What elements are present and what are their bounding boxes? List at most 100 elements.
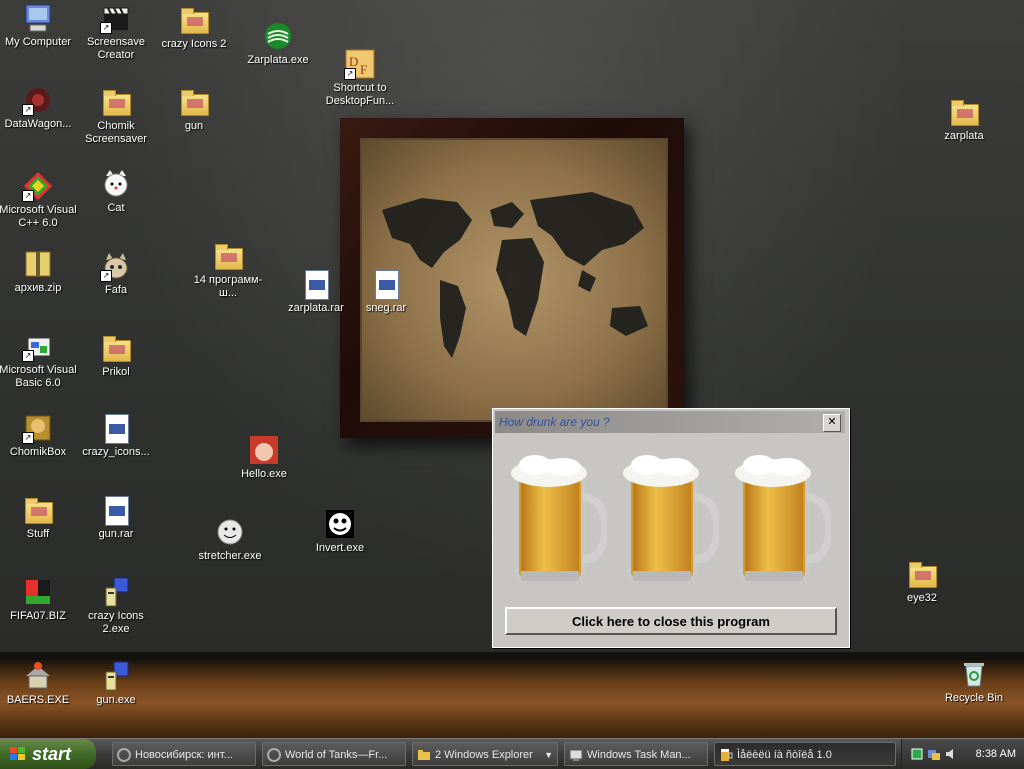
taskbar-item-label: World of Tanks—Fr...	[285, 749, 388, 761]
shortcut-arrow-icon: ↗	[22, 104, 34, 116]
start-button[interactable]: start	[0, 739, 96, 769]
fifa-icon	[22, 576, 54, 608]
desktop-icon-prikol[interactable]: Prikol	[74, 332, 158, 379]
taskbar-item-label: Windows Task Man...	[587, 749, 691, 761]
desktop-icon-gun-folder[interactable]: gun	[152, 86, 236, 133]
icon-label: stretcher.exe	[198, 550, 262, 562]
document-icon	[300, 268, 332, 300]
desktop-icon-eye32[interactable]: eye32	[880, 558, 964, 605]
beer-mug-icon	[735, 455, 834, 581]
icon-label: sneg.rar	[365, 302, 407, 314]
folder-icon	[418, 750, 430, 760]
taskbar-item-world-of-tanks[interactable]: World of Tanks—Fr...	[262, 742, 406, 766]
beer-mug-2	[623, 447, 722, 587]
chomikbox-icon: ↗	[22, 412, 54, 444]
icon-label: crazy_icons...	[82, 446, 150, 458]
smiley-icon	[214, 516, 246, 548]
taskbar-item-label: Ìåëèëü íà ñòîëå 1.0	[737, 749, 832, 761]
shortcut-arrow-icon: ↗	[100, 22, 112, 34]
desktop-icon-stuff[interactable]: Stuff	[0, 494, 80, 541]
folder-icon	[100, 332, 132, 364]
desktop-icon-cat[interactable]: Cat	[74, 168, 158, 215]
how-drunk-window[interactable]: How drunk are you ? ✕ Click here to clos…	[492, 408, 850, 648]
desktop-icon-my-computer[interactable]: My Computer	[0, 2, 80, 49]
icon-label: Shortcut to DesktopFun...	[325, 82, 395, 107]
fafa-cat-icon: ↗	[100, 250, 132, 282]
taskbar-item-novosibirsk[interactable]: Новосибирск: инт...	[112, 742, 256, 766]
system-tray: 8:38 AM	[901, 739, 1024, 769]
desktop-icon-ms-visual-basic[interactable]: ↗ Microsoft Visual Basic 6.0	[0, 330, 80, 390]
desktop-icon-screensave-creator[interactable]: ↗ Screensave Creator	[74, 2, 158, 62]
desktop-icon-arhiv-zip[interactable]: архив.zip	[0, 248, 80, 295]
icon-label: BAERS.EXE	[6, 694, 70, 706]
house-icon	[22, 660, 54, 692]
start-label: start	[32, 744, 72, 764]
desktop-icon-chomikbox[interactable]: ↗ ChomikBox	[0, 412, 80, 459]
desktop-icon-gun-exe[interactable]: gun.exe	[74, 660, 158, 707]
folder-icon	[948, 96, 980, 128]
taskbar-item-drunk-program[interactable]: Ìåëèëü íà ñòîëå 1.0	[714, 742, 896, 766]
desktop-icon-ms-visual-cpp[interactable]: ↗ Microsoft Visual C++ 6.0	[0, 170, 80, 230]
icon-label: Recycle Bin	[944, 692, 1004, 704]
recycle-bin-icon	[958, 658, 990, 690]
desktop-icon-zarplata-folder[interactable]: zarplata	[922, 96, 1006, 143]
desktop-icon-sneg-rar[interactable]: sneg.rar	[344, 268, 428, 315]
hello-icon	[248, 434, 280, 466]
invert-face-icon	[324, 508, 356, 540]
clapperboard-icon: ↗	[100, 2, 132, 34]
desktop: My Computer ↗ DataWagon... ↗ Microsoft V…	[0, 0, 1024, 738]
desktop-icon-fafa[interactable]: ↗ Fafa	[74, 250, 158, 297]
visual-cpp-icon: ↗	[22, 170, 54, 202]
desktop-icon-gun-rar[interactable]: gun.rar	[74, 494, 158, 541]
shortcut-arrow-icon: ↗	[344, 68, 356, 80]
desktop-icon-fifa-biz[interactable]: FIFA07.BIZ	[0, 576, 80, 623]
visual-basic-icon: ↗	[22, 330, 54, 362]
shortcut-arrow-icon: ↗	[100, 270, 112, 282]
beer-icon	[721, 749, 733, 761]
icon-label: Microsoft Visual C++ 6.0	[0, 204, 77, 229]
clock[interactable]: 8:38 AM	[976, 739, 1016, 769]
icon-label: crazy Icons 2	[161, 38, 227, 50]
taskbar-item-task-manager[interactable]: Windows Task Man...	[564, 742, 708, 766]
desktop-icon-chomik-screensaver[interactable]: Chomik Screensaver	[74, 86, 158, 146]
close-icon[interactable]: ✕	[823, 414, 841, 432]
folder-icon	[212, 240, 244, 272]
icon-label: My Computer	[4, 36, 72, 48]
task-manager-icon	[569, 749, 583, 761]
green-square-icon[interactable]	[910, 747, 924, 761]
network-icon[interactable]	[927, 747, 941, 761]
beer-mug-icon	[623, 455, 722, 581]
icon-label: Screensave Creator	[86, 36, 146, 61]
desktop-icon-baers-exe[interactable]: BAERS.EXE	[0, 660, 80, 707]
desktop-icon-programs-14[interactable]: 14 программ-ш...	[186, 240, 270, 300]
icon-label: Invert.exe	[315, 542, 365, 554]
close-program-button[interactable]: Click here to close this program	[505, 607, 837, 635]
icon-label: gun.rar	[98, 528, 134, 540]
desktop-icon-zarplata-exe[interactable]: Zarplata.exe	[236, 20, 320, 67]
windows-logo-icon	[10, 747, 25, 760]
desktop-icon-invert-exe[interactable]: Invert.exe	[298, 508, 382, 555]
desktop-icon-shortcut-desktopfun[interactable]: DF ↗ Shortcut to DesktopFun...	[318, 48, 402, 108]
sberbank-icon	[262, 20, 294, 52]
desktopfun-icon: DF ↗	[344, 48, 376, 80]
icon-label: Fafa	[104, 284, 127, 296]
icon-label: zarplata	[944, 130, 984, 142]
svg-text:F: F	[360, 62, 367, 77]
chevron-down-icon[interactable]: ▼	[544, 743, 553, 765]
installer-icon	[100, 576, 132, 608]
desktop-icon-crazy-icons-2-exe[interactable]: crazy Icons 2.exe	[74, 576, 158, 636]
document-icon	[100, 494, 132, 526]
volume-icon[interactable]	[944, 747, 958, 761]
icon-label: gun.exe	[96, 694, 136, 706]
desktop-icon-hello-exe[interactable]: Hello.exe	[222, 434, 306, 481]
taskbar-item-windows-explorer[interactable]: 2 Windows Explorer ▼	[412, 742, 558, 766]
icon-label: DataWagon...	[4, 118, 72, 130]
desktop-icon-crazy-icons-2[interactable]: crazy Icons 2	[152, 4, 236, 51]
desktop-icon-datawagon[interactable]: ↗ DataWagon...	[0, 84, 80, 131]
beer-mug-icon	[511, 455, 610, 581]
window-title-bar[interactable]: How drunk are you ? ✕	[495, 411, 845, 433]
desktop-icon-recycle-bin[interactable]: Recycle Bin	[932, 658, 1016, 705]
desktop-icon-crazy-icons-file[interactable]: crazy_icons...	[74, 412, 158, 459]
desktop-icon-stretcher-exe[interactable]: stretcher.exe	[188, 516, 272, 563]
installer-icon	[100, 660, 132, 692]
